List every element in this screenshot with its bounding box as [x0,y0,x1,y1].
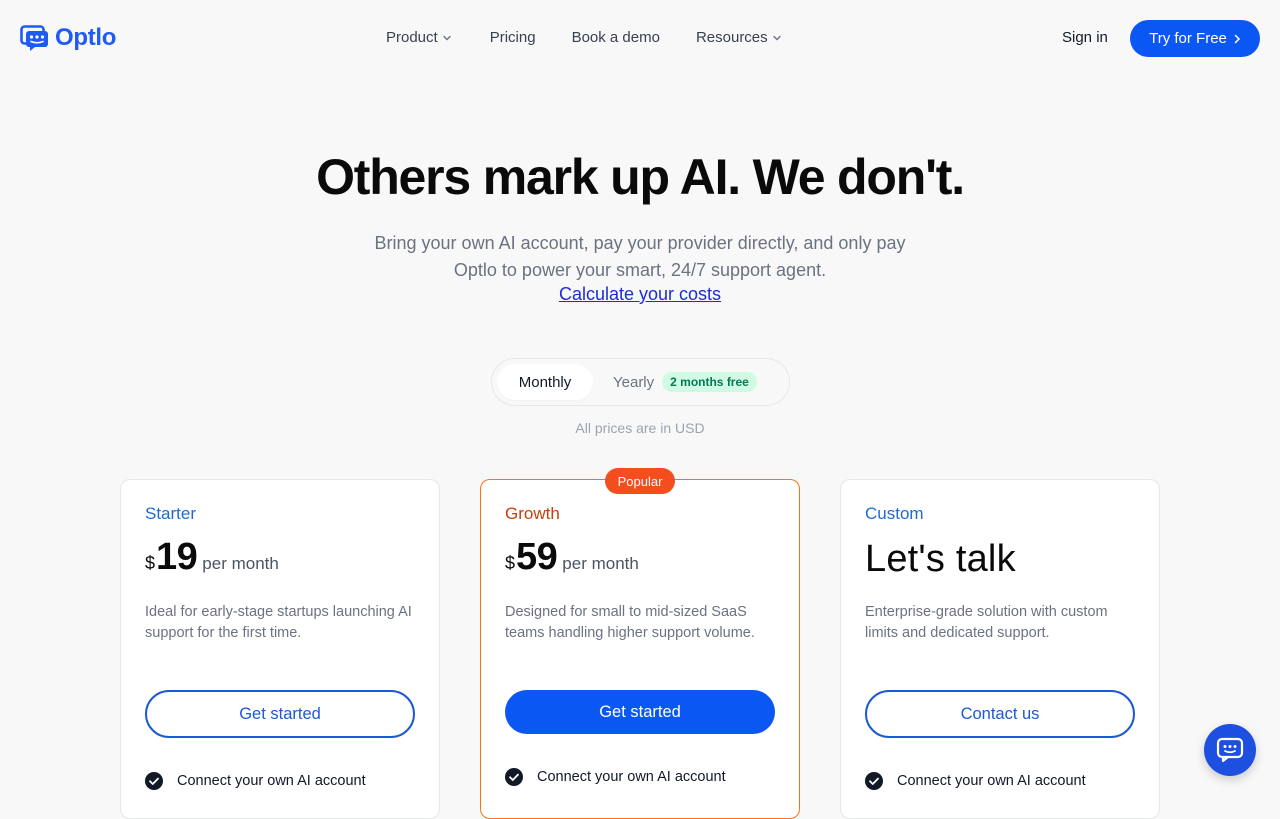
feature-label: Connect your own AI account [897,773,1086,789]
get-started-button[interactable]: Get started [145,690,415,738]
try-for-free-label: Try for Free [1149,30,1227,47]
price-amount: 59 [516,536,558,578]
feature-label: Connect your own AI account [177,773,366,789]
plan-card-starter: Starter $ 19 per month Ideal for early-s… [120,479,440,819]
get-started-button[interactable]: Get started [505,690,775,734]
price-period: per month [202,554,279,573]
nav-pricing-label: Pricing [489,29,536,46]
nav-pricing[interactable]: Pricing [490,29,536,46]
currency-note: All prices are in USD [575,420,705,436]
hero-subtitle: Bring your own AI account, pay your prov… [340,230,940,284]
nav-links: Product Pricing Book a demo Resources [386,29,782,46]
try-for-free-button[interactable]: Try for Free [1130,20,1260,57]
brand-logo[interactable]: Optlo [20,24,116,52]
billing-toggle: Monthly Yearly 2 months free [491,358,790,406]
plan-card-growth: Growth $ 59 per month Designed for small… [480,479,800,819]
chevron-down-icon [772,35,781,40]
hero-subtitle-line2: Optlo to power your smart, 24/7 support … [453,260,827,280]
chat-bubble-icon [1216,737,1244,763]
price-amount: 19 [156,536,198,578]
check-circle-icon [145,772,163,790]
feature-item: Connect your own AI account [865,772,1086,790]
plan-name: Growth [505,504,560,523]
nav-book-demo-label: Book a demo [571,29,660,46]
price-currency: $ [505,553,516,573]
chevron-down-icon [443,35,451,40]
chat-logo-icon [20,25,48,51]
plan-price: $ 59 per month [505,536,639,579]
nav-resources[interactable]: Resources [696,29,782,46]
contact-us-button[interactable]: Contact us [865,690,1135,738]
check-circle-icon [865,772,883,790]
top-nav: Optlo Product Pricing Book a demo Resour… [0,0,1280,78]
brand-name: Optlo [55,24,117,51]
hero-subtitle-line1: Bring your own AI account, pay your prov… [374,233,906,253]
toggle-yearly-label: Yearly [613,373,655,391]
toggle-yearly[interactable]: Yearly 2 months free [613,364,757,400]
calculate-costs-text[interactable]: Calculate your costs [559,284,721,304]
plan-price: $ 19 per month [145,536,279,579]
plan-description: Ideal for early-stage startups launching… [145,604,412,641]
feature-label: Connect your own AI account [537,769,726,785]
plan-price-text: Let's talk [865,538,1016,580]
plan-name: Custom [865,504,924,523]
price-period: per month [562,554,639,573]
calculate-costs-link: Calculate your costs [0,284,1280,305]
nav-book-demo[interactable]: Book a demo [572,29,660,46]
toggle-monthly[interactable]: Monthly [497,364,593,400]
chat-widget-button[interactable] [1204,724,1256,776]
plan-card-custom: Custom Let's talk Enterprise-grade solut… [840,479,1160,819]
plan-description: Enterprise-grade solution with custom li… [865,604,1108,641]
check-circle-icon [505,768,523,786]
page-title: Others mark up AI. We don't. [316,149,965,205]
nav-product-label: Product [386,29,438,46]
feature-item: Connect your own AI account [505,768,726,786]
plan-description: Designed for small to mid-sized SaaS tea… [505,604,755,641]
feature-item: Connect your own AI account [145,772,366,790]
price-currency: $ [145,553,156,573]
nav-product[interactable]: Product [386,29,452,46]
popular-badge: Popular [605,468,675,494]
nav-resources-label: Resources [695,29,768,46]
sign-in-link[interactable]: Sign in [1062,29,1108,46]
plan-name: Starter [145,504,197,523]
yearly-discount-badge: 2 months free [662,372,757,392]
chevron-right-icon [1234,34,1240,43]
